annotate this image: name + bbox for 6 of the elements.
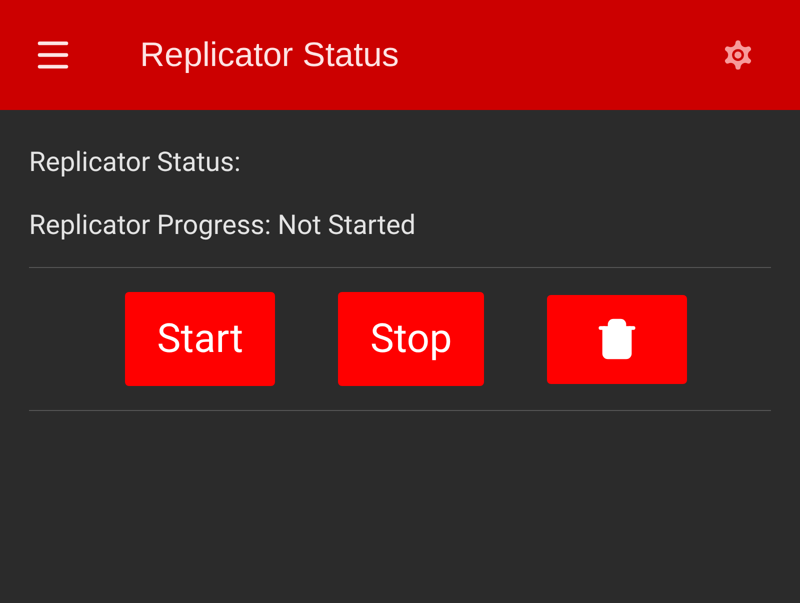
status-text: Replicator Status: bbox=[29, 146, 242, 179]
status-text: Replicator Progress: Not Started bbox=[29, 209, 417, 242]
action-button[interactable]: Stop bbox=[338, 292, 484, 386]
delete-button[interactable] bbox=[546, 294, 687, 384]
app-title: Replicator Status bbox=[140, 34, 399, 76]
action-button[interactable]: Start bbox=[125, 292, 276, 386]
